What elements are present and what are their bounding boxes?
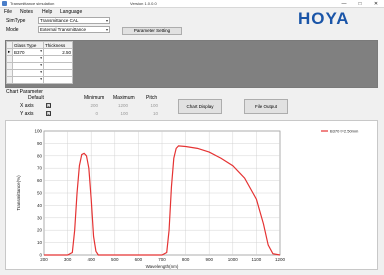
chevron-down-icon: ▾ (105, 18, 108, 23)
close-button[interactable]: ✕ (368, 0, 384, 8)
x-tick-label: 300 (64, 257, 72, 262)
thickness-cell[interactable] (43, 69, 73, 77)
x-axis-default-checkbox[interactable]: ☑ (46, 103, 51, 108)
y-axis-label: Y axis (20, 111, 34, 117)
menu-help[interactable]: Help (42, 9, 52, 15)
col-header-glass: Glass Type (12, 41, 44, 49)
y-tick-label: 70 (37, 166, 43, 171)
mode-value: External Transmittance (40, 27, 87, 32)
legend-label: B370 t=2.50mm (330, 129, 359, 134)
y-tick-label: 10 (37, 240, 43, 245)
chevron-down-icon: ▾ (40, 63, 42, 67)
chevron-down-icon: ▾ (40, 77, 42, 81)
thickness-cell[interactable] (43, 62, 73, 70)
x-axis-max-field[interactable]: 1200 (114, 103, 128, 108)
simtype-label: SimType (6, 18, 26, 24)
x-tick-label: 400 (87, 257, 95, 262)
x-tick-label: 600 (135, 257, 143, 262)
simtype-value: Transmittance CAL (40, 18, 79, 23)
x-axis-label: X axis (20, 103, 34, 109)
y-tick-label: 30 (37, 215, 43, 220)
version-text: Version 1.0.0.0 (130, 1, 157, 6)
glass-cell[interactable]: B370 ▾ (12, 48, 44, 56)
table-row: ▾ (6, 76, 73, 84)
thickness-cell[interactable] (43, 55, 73, 63)
menu-file[interactable]: File (4, 9, 12, 15)
y-tick-label: 60 (37, 178, 43, 183)
chevron-down-icon: ▾ (40, 56, 42, 60)
y-axis-default-checkbox[interactable]: ☑ (46, 111, 51, 116)
minimize-button[interactable]: — (336, 0, 352, 8)
chevron-down-icon: ▾ (40, 49, 42, 53)
x-tick-label: 200 (40, 257, 48, 262)
y-tick-label: 100 (34, 129, 42, 134)
thickness-cell[interactable] (43, 76, 73, 84)
table-row: ▸ B370 ▾ 2.50 (6, 48, 73, 56)
chevron-down-icon: ▾ (40, 70, 42, 74)
col-default-label: Default (28, 95, 44, 101)
y-tick-label: 20 (37, 228, 43, 233)
y-tick-label: 50 (37, 191, 43, 196)
transmittance-chart: 0102030405060708090100200 300 400 500 600 700… (16, 129, 359, 270)
mode-label: Mode (6, 27, 19, 33)
maximize-button[interactable]: □ (352, 0, 368, 8)
y-axis-min-field[interactable]: 0 (84, 111, 98, 116)
window-title: Transmittance simulation (10, 1, 55, 6)
x-tick-label: 1200 (275, 257, 286, 262)
glass-cell[interactable]: ▾ (12, 62, 44, 70)
glass-grid: Glass Type Thickness ▸ B370 ▾ 2.50 ▾ ▾ ▾ … (5, 40, 378, 88)
x-axis-title: Wavelength(nm) (146, 264, 179, 269)
x-axis-min-field[interactable]: 200 (84, 103, 98, 108)
glass-table: Glass Type Thickness ▸ B370 ▾ 2.50 ▾ ▾ ▾ … (6, 41, 73, 84)
chart-panel: 0 10 20 30 40 50 60 70 80 90 100 200 300 400 500 600 700… (5, 120, 378, 270)
x-tick-label: 700 (158, 257, 166, 262)
x-tick-label: 900 (205, 257, 213, 262)
col-maximum-label: Maximum (113, 95, 135, 101)
col-pitch-label: Pitch (146, 95, 158, 101)
x-tick-label: 1100 (252, 257, 262, 262)
y-tick-label: 40 (37, 203, 43, 208)
title-bar: Transmittance simulation Version 1.0.0.0… (0, 0, 384, 8)
hoya-logo: HOYA (298, 9, 350, 28)
col-minimum-label: Minimum (84, 95, 105, 101)
y-axis-pitch-field[interactable]: 10 (144, 111, 158, 116)
thickness-cell[interactable]: 2.50 (43, 48, 73, 56)
y-tick-label: 80 (37, 153, 43, 158)
table-row: ▾ (6, 55, 73, 63)
glass-cell[interactable]: ▾ (12, 76, 44, 84)
menu-notes[interactable]: Notes (20, 9, 33, 15)
x-tick-label: 500 (111, 257, 119, 262)
parameter-setting-button[interactable]: Parameter Setting (122, 27, 182, 35)
table-row: ▾ (6, 69, 73, 77)
x-tick-label: 1000 (228, 257, 239, 262)
chevron-down-icon: ▾ (105, 27, 108, 32)
simtype-select[interactable]: Transmittance CAL ▾ (38, 17, 110, 24)
y-axis-max-field[interactable]: 100 (114, 111, 128, 116)
y-axis-title: Transmittance(%) (16, 175, 21, 211)
glass-cell[interactable]: ▾ (12, 69, 44, 77)
table-row: ▾ (6, 62, 73, 70)
col-header-thickness: Thickness (43, 41, 73, 49)
glass-cell[interactable]: ▾ (12, 55, 44, 63)
menu-bar: File Notes Help Language (0, 9, 150, 16)
x-tick-label: 800 (182, 257, 190, 262)
chart-display-button[interactable]: Chart Display (178, 99, 222, 114)
mode-select[interactable]: External Transmittance ▾ (38, 26, 110, 33)
app-icon (2, 1, 7, 6)
x-axis-pitch-field[interactable]: 100 (144, 103, 158, 108)
file-output-button[interactable]: File Output (244, 99, 288, 114)
y-tick-label: 90 (37, 141, 43, 146)
menu-language[interactable]: Language (60, 9, 82, 15)
